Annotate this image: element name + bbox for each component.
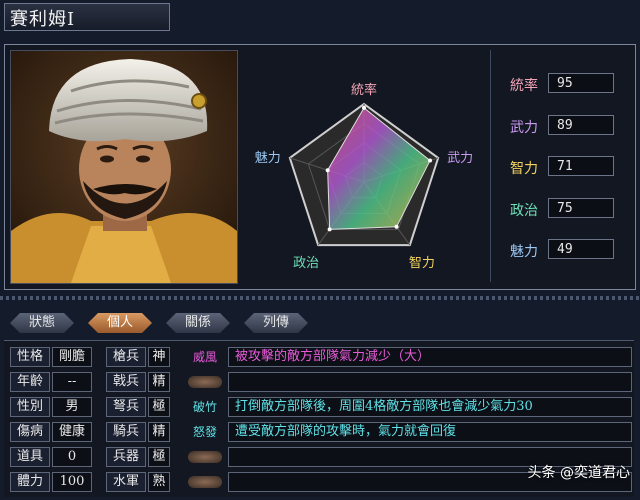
gender-label: 性別 [10, 397, 50, 417]
section-divider [0, 296, 640, 300]
skill-description [228, 372, 632, 392]
skill-description: 被攻擊的敵方部隊氣力減少（大） [228, 347, 632, 367]
troop-grade: 極 [148, 447, 170, 467]
age-value: -- [52, 372, 92, 392]
skill-name[interactable]: 破竹 [186, 397, 224, 417]
radar-chart: 統率武力智力 政治 魅力 [244, 50, 484, 282]
troop-grade: 神 [148, 347, 170, 367]
radar-axis-label: 魅力 [255, 151, 281, 166]
stat-label: 魅力 [510, 244, 538, 260]
illness-label: 傷病 [10, 422, 50, 442]
troop-label: 戟兵 [106, 372, 146, 392]
illness-value: 健康 [52, 422, 92, 442]
stat-value: 49 [548, 239, 614, 259]
stat-value: 71 [548, 156, 614, 176]
troop-grade: 熟 [148, 472, 170, 492]
skill-name[interactable]: 威風 [186, 347, 224, 367]
radar-point [327, 227, 332, 232]
item-value: 0 [52, 447, 92, 467]
radar-point [428, 158, 433, 163]
radar-point [325, 168, 330, 173]
stat-label: 武力 [510, 120, 538, 136]
stamina-value: 100 [52, 472, 92, 492]
troop-grade: 精 [148, 422, 170, 442]
troop-label: 水軍 [106, 472, 146, 492]
radar-axis-label: 政治 [293, 256, 319, 271]
character-name: 賽利姆I [10, 9, 76, 30]
stat-label: 統率 [510, 78, 538, 94]
radar-axis-label: 統率 [351, 82, 377, 98]
tab-biography[interactable]: 列傳 [244, 313, 308, 333]
age-label: 年齡 [10, 372, 50, 392]
troop-grade: 極 [148, 397, 170, 417]
skill-description: 打倒敵方部隊後，周圍4格敵方部隊也會減少氣力30 [228, 397, 632, 417]
personality-value: 剛膽 [52, 347, 92, 367]
tab-relations[interactable]: 關係 [166, 313, 230, 333]
radar-axis-label: 武力 [447, 151, 473, 166]
empty-skill-slot [188, 376, 222, 388]
radar-svg: 統率武力智力 政治 魅力 [255, 82, 473, 271]
skill-description: 遭受敵方部隊的攻擊時，氣力就會回復 [228, 422, 632, 442]
troop-label: 弩兵 [106, 397, 146, 417]
skill-name[interactable]: 怒發 [186, 422, 224, 442]
item-label: 道具 [10, 447, 50, 467]
stat-value: 89 [548, 115, 614, 135]
tab-status[interactable]: 狀態 [10, 313, 74, 333]
empty-skill-slot [188, 451, 222, 463]
radar-axis-label: 智力 [409, 256, 435, 271]
gender-value: 男 [52, 397, 92, 417]
troop-grade: 精 [148, 372, 170, 392]
empty-skill-slot [188, 476, 222, 488]
stat-label: 智力 [510, 161, 538, 177]
troop-label: 騎兵 [106, 422, 146, 442]
troop-label: 兵器 [106, 447, 146, 467]
watermark: 头条 @奕道君心 [527, 465, 630, 481]
stamina-label: 體力 [10, 472, 50, 492]
radar-point [394, 224, 399, 229]
radar-point [362, 105, 366, 110]
stat-value: 75 [548, 198, 614, 218]
tab-personal[interactable]: 個人 [88, 313, 152, 333]
stat-label: 政治 [510, 203, 538, 219]
portrait-image [11, 51, 237, 283]
stat-value: 95 [548, 73, 614, 93]
portrait [10, 50, 238, 284]
troop-label: 槍兵 [106, 347, 146, 367]
personality-label: 性格 [10, 347, 50, 367]
